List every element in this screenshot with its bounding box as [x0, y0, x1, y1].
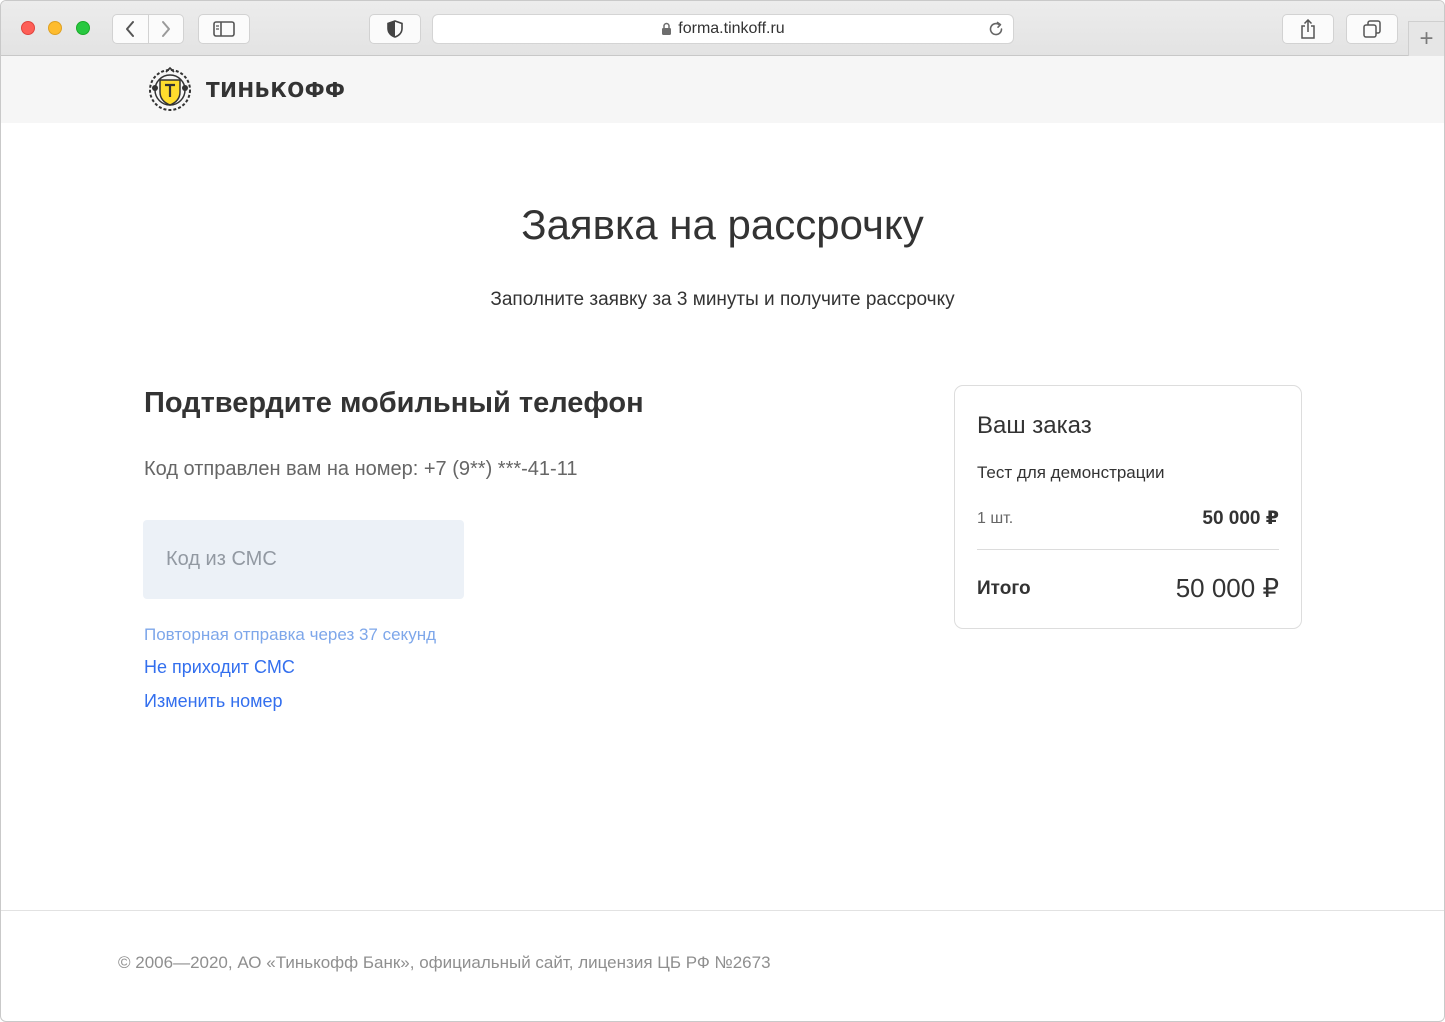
- code-sent-text: Код отправлен вам на номер: +7 (9**) ***…: [144, 458, 578, 480]
- lock-icon: [662, 22, 672, 35]
- share-button[interactable]: [1282, 14, 1334, 44]
- page-subtitle: Заполните заявку за 3 минуты и получите …: [490, 289, 955, 310]
- chevron-right-icon: [161, 21, 170, 37]
- resend-timer-text: Повторная отправка через 37 секунд: [144, 625, 436, 644]
- reload-icon[interactable]: [987, 20, 1005, 38]
- browser-toolbar: forma.tinkoff.ru +: [1, 1, 1444, 56]
- sidebar-toggle-button[interactable]: [198, 14, 250, 44]
- logo-text: ТИНЬКОФФ: [206, 78, 346, 102]
- zoom-window-button[interactable]: [76, 21, 90, 35]
- sidebar-icon: [213, 21, 235, 37]
- tinkoff-emblem-icon: [149, 66, 191, 111]
- browser-window: forma.tinkoff.ru + ТИНЬКОФФ Заявка на ра…: [0, 0, 1445, 1022]
- order-divider: [977, 549, 1279, 550]
- footer-copyright: © 2006—2020, АО «Тинькофф Банк», официал…: [118, 953, 771, 972]
- back-forward-control: [112, 14, 184, 44]
- order-title: Ваш заказ: [977, 412, 1092, 439]
- forward-button[interactable]: [147, 15, 184, 43]
- tab-overview-button[interactable]: [1346, 14, 1398, 44]
- share-icon: [1301, 19, 1315, 39]
- order-item-quantity: 1 шт.: [977, 510, 1014, 527]
- plus-icon: +: [1419, 25, 1434, 52]
- phone-confirm-title: Подтвердите мобильный телефон: [144, 387, 644, 419]
- privacy-report-button[interactable]: [369, 14, 421, 44]
- order-item-name: Тест для демонстрации: [977, 463, 1165, 482]
- address-bar[interactable]: forma.tinkoff.ru: [432, 14, 1014, 44]
- tabs-icon: [1363, 20, 1381, 38]
- close-window-button[interactable]: [21, 21, 35, 35]
- address-url: forma.tinkoff.ru: [678, 20, 785, 37]
- minimize-window-button[interactable]: [48, 21, 62, 35]
- back-button[interactable]: [113, 15, 148, 43]
- order-total-label: Итого: [977, 578, 1031, 599]
- tinkoff-logo[interactable]: ТИНЬКОФФ: [144, 66, 345, 114]
- sms-code-input[interactable]: [143, 520, 464, 599]
- footer-divider: [1, 910, 1444, 911]
- order-summary-card: Ваш заказ Тест для демонстрации 1 шт. 50…: [954, 385, 1302, 629]
- site-header: ТИНЬКОФФ: [1, 56, 1444, 123]
- page-title: Заявка на рассрочку: [521, 201, 924, 248]
- order-item-price: 50 000 ₽: [1202, 508, 1279, 529]
- change-number-link[interactable]: Изменить номер: [144, 691, 283, 712]
- new-tab-button[interactable]: +: [1408, 21, 1444, 56]
- shield-icon: [387, 20, 403, 38]
- order-total-value: 50 000 ₽: [1175, 573, 1279, 603]
- no-sms-link[interactable]: Не приходит СМС: [144, 657, 295, 678]
- chevron-left-icon: [126, 21, 135, 37]
